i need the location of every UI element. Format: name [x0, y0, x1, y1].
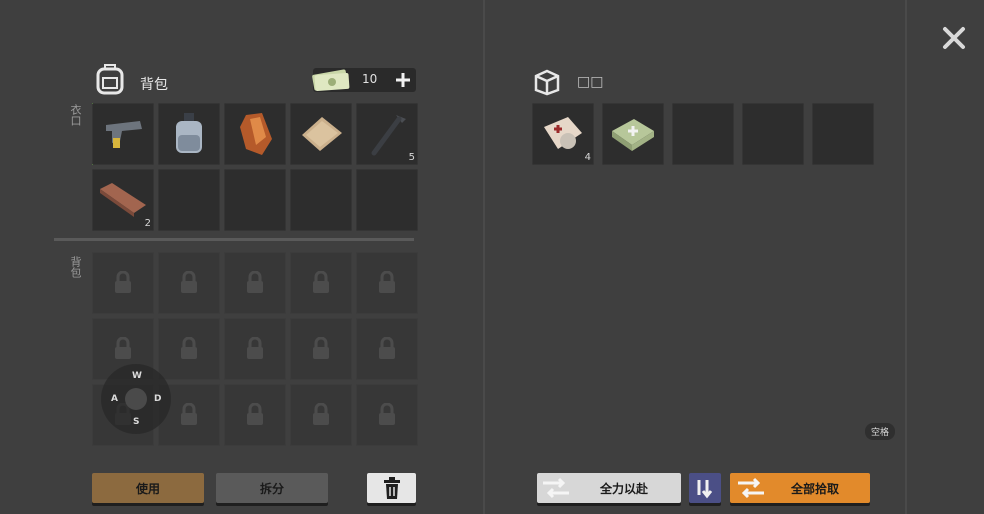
section-divider: [54, 238, 414, 241]
pocket-slot-pistol[interactable]: [92, 103, 154, 165]
lock-icon: [379, 337, 395, 359]
storage-slot-empty[interactable]: [672, 103, 734, 165]
split-button[interactable]: 拆分: [216, 473, 328, 503]
cloth-icon: [302, 117, 342, 151]
first-aid-kit-icon: [612, 119, 654, 151]
lock-icon: [379, 403, 395, 425]
bandage-icon: [544, 117, 582, 149]
bag-label: 背包: [69, 256, 82, 278]
storage-slot-first-aid-kit[interactable]: [602, 103, 664, 165]
add-currency-button[interactable]: [393, 70, 413, 90]
movement-joystick[interactable]: W A D S: [101, 364, 171, 434]
pocket-slot-plank[interactable]: 2: [92, 169, 154, 231]
pocket-slot-nail[interactable]: 5: [356, 103, 418, 165]
plank-icon: [100, 183, 146, 217]
pocket-slot-empty[interactable]: [158, 169, 220, 231]
lock-icon: [247, 337, 263, 359]
lock-icon: [247, 403, 263, 425]
pocket-slot-ore[interactable]: [224, 103, 286, 165]
pocket-slot-empty[interactable]: [290, 169, 352, 231]
key-w: W: [132, 371, 142, 381]
all-out-button[interactable]: 全力以赴: [537, 473, 681, 503]
use-button[interactable]: 使用: [92, 473, 204, 503]
lock-icon: [115, 337, 131, 359]
locked-bag-slot: [356, 384, 418, 446]
close-icon: [943, 27, 965, 49]
center-divider: [483, 0, 485, 514]
joystick-knob[interactable]: [125, 388, 147, 410]
locked-bag-slot: [158, 252, 220, 314]
key-s: S: [133, 417, 140, 427]
locked-bag-slot: [356, 252, 418, 314]
pocket-slot-empty[interactable]: [356, 169, 418, 231]
item-count: 4: [584, 152, 591, 163]
take-all-icon: [738, 477, 764, 499]
locked-bag-slot: [290, 318, 352, 380]
cash-icon: [312, 69, 350, 92]
transfer-left-icon: [543, 477, 569, 499]
delete-button[interactable]: [367, 473, 416, 503]
pocket-slot-canister[interactable]: [158, 103, 220, 165]
locked-bag-slot: [224, 318, 286, 380]
pocket-slot-empty[interactable]: [224, 169, 286, 231]
locked-bag-slot: [92, 252, 154, 314]
sort-down-icon: [697, 480, 713, 499]
ore-icon: [240, 113, 272, 155]
item-count: 2: [144, 218, 151, 229]
locked-bag-slot: [224, 384, 286, 446]
storage-slot-bandage[interactable]: 4: [532, 103, 594, 165]
locked-bag-slot: [290, 252, 352, 314]
storage-title: □□: [577, 74, 604, 90]
right-divider: [905, 0, 907, 514]
lock-icon: [379, 271, 395, 293]
canister-icon: [176, 113, 202, 153]
nail-icon: [371, 115, 406, 156]
close-button[interactable]: [940, 24, 968, 52]
lock-icon: [181, 403, 197, 425]
trash-icon: [383, 477, 400, 499]
pocket-slot-cloth[interactable]: [290, 103, 352, 165]
lock-icon: [313, 271, 329, 293]
storage-slot-empty[interactable]: [742, 103, 804, 165]
locked-bag-slot: [224, 252, 286, 314]
locked-bag-slot: [158, 318, 220, 380]
key-a: A: [111, 394, 118, 404]
storage-box-icon: [532, 66, 562, 96]
key-d: D: [154, 394, 162, 404]
currency-panel: 10: [312, 68, 416, 92]
locked-bag-slot: [290, 384, 352, 446]
space-key-hint: 空格: [865, 423, 895, 440]
lock-icon: [115, 271, 131, 293]
pocket-label: 衣口: [69, 104, 82, 126]
sort-button[interactable]: [689, 473, 721, 503]
item-count: 5: [408, 152, 415, 163]
take-all-button[interactable]: 全部拾取: [730, 473, 870, 503]
backpack-icon: [93, 63, 127, 97]
lock-icon: [313, 403, 329, 425]
pistol-icon: [106, 121, 142, 148]
all-out-label: 全力以赴: [599, 481, 648, 496]
storage-slot-empty[interactable]: [812, 103, 874, 165]
locked-bag-slot: [356, 318, 418, 380]
backpack-title: 背包: [140, 77, 168, 93]
lock-icon: [313, 337, 329, 359]
lock-icon: [181, 271, 197, 293]
lock-icon: [247, 271, 263, 293]
plus-icon: [396, 73, 410, 87]
lock-icon: [181, 337, 197, 359]
take-all-label: 全部拾取: [790, 481, 839, 496]
currency-amount: 10: [362, 72, 378, 86]
